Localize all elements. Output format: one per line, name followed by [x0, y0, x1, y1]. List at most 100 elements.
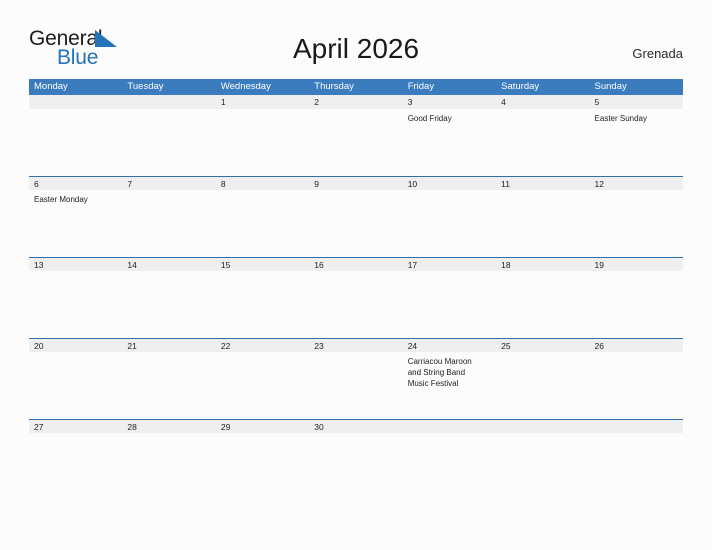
- date-band: 30: [309, 419, 403, 433]
- weekday-tuesday: Tuesday: [127, 81, 164, 92]
- date-band: 13: [29, 257, 123, 271]
- date-number: 18: [501, 260, 511, 270]
- calendar-day-cell[interactable]: 14: [122, 257, 216, 338]
- date-band: 28: [122, 419, 216, 433]
- calendar-day-cell[interactable]: 28: [122, 419, 216, 479]
- calendar-day-cell[interactable]: 16: [309, 257, 403, 338]
- calendar-day-cell-empty: [29, 95, 123, 176]
- calendar-day-cell-empty: [122, 95, 216, 176]
- weekday-saturday: Saturday: [501, 81, 540, 92]
- date-band: 6: [29, 176, 123, 190]
- weekday-thursday: Thursday: [314, 81, 354, 92]
- calendar-day-cell[interactable]: 13: [29, 257, 123, 338]
- date-number: 2: [314, 97, 319, 107]
- event-label: Carriacou Maroon: [407, 357, 472, 366]
- date-band: 23: [309, 338, 403, 352]
- calendar-day-cell[interactable]: 20: [29, 338, 123, 419]
- date-number: 1: [220, 97, 226, 107]
- event-label: Easter Monday: [34, 195, 88, 204]
- date-band: 24: [402, 338, 497, 352]
- calendar-day-cell[interactable]: 15: [215, 257, 310, 338]
- calendar-day-cell[interactable]: 10: [402, 176, 497, 257]
- date-band: 16: [309, 257, 403, 271]
- calendar-day-cell[interactable]: 21: [122, 338, 216, 419]
- calendar-day-cell-empty: [589, 419, 683, 479]
- date-band: 14: [122, 257, 216, 271]
- date-number: 20: [34, 341, 44, 351]
- calendar-day-cell[interactable]: 23: [309, 338, 403, 419]
- calendar-day-cell[interactable]: 4: [496, 95, 590, 176]
- calendar-day-cell[interactable]: 25: [496, 338, 590, 419]
- calendar-day-cell[interactable]: 22: [215, 338, 310, 419]
- date-number: 17: [407, 260, 418, 270]
- calendar-day-cell[interactable]: 19: [589, 257, 683, 338]
- calendar-day-cell[interactable]: 7: [122, 176, 216, 257]
- weekday-header-row: Monday Tuesday Wednesday Thursday Friday…: [29, 79, 683, 95]
- date-band: 3: [402, 95, 497, 109]
- date-number: 22: [220, 341, 231, 351]
- date-number: 5: [594, 97, 600, 107]
- date-band: [496, 419, 590, 433]
- date-band: 25: [496, 338, 590, 352]
- calendar-page: General Blue April 2026 Grenada Monday T…: [0, 0, 712, 550]
- date-number: 25: [501, 341, 511, 351]
- date-number: 3: [407, 97, 413, 107]
- date-band: [122, 95, 216, 109]
- date-number: 6: [34, 179, 39, 189]
- calendar-day-cell[interactable]: 29: [215, 419, 310, 479]
- calendar-day-cell-empty: [402, 419, 497, 479]
- weekday-friday: Friday: [407, 81, 435, 92]
- date-number: 13: [34, 260, 44, 270]
- date-number: 7: [127, 179, 133, 189]
- date-number: 16: [314, 260, 324, 270]
- date-band: [29, 95, 123, 109]
- date-band: 29: [215, 419, 310, 433]
- calendar-day-cell[interactable]: 6 Easter Monday: [29, 176, 123, 257]
- date-number: 27: [34, 422, 44, 432]
- calendar-day-cell[interactable]: 27: [29, 419, 123, 479]
- page-title: April 2026: [292, 33, 420, 64]
- date-number: 19: [594, 260, 604, 270]
- date-band: 12: [589, 176, 683, 190]
- calendar-week-row: 27 28 29 30: [29, 419, 683, 479]
- date-number: 28: [127, 422, 137, 432]
- date-number: 8: [220, 179, 226, 189]
- calendar-day-cell[interactable]: 8: [215, 176, 310, 257]
- calendar-day-cell[interactable]: 5 Easter Sunday: [589, 95, 683, 176]
- calendar-week-row: 20 21 22 23 24 Carriacou Maroon and String Ban…: [29, 338, 683, 419]
- date-number: 26: [594, 341, 604, 351]
- date-band: 18: [496, 257, 590, 271]
- date-number: 4: [501, 97, 506, 107]
- event-label: and String Band: [407, 368, 466, 377]
- day-events: Easter Sunday: [590, 109, 683, 124]
- calendar-day-cell[interactable]: 30: [309, 419, 403, 479]
- calendar-day-cell[interactable]: 17: [402, 257, 497, 338]
- calendar-day-cell[interactable]: 9: [309, 176, 403, 257]
- date-band: 17: [402, 257, 497, 271]
- event-label: Good Friday: [407, 114, 452, 123]
- date-number: 30: [314, 422, 324, 432]
- calendar-day-cell[interactable]: 1: [215, 95, 310, 176]
- date-band: 20: [29, 338, 123, 352]
- calendar-day-cell-empty: [496, 419, 590, 479]
- calendar-day-cell[interactable]: 11: [496, 176, 590, 257]
- date-band: 8: [215, 176, 310, 190]
- calendar-day-cell[interactable]: 3 Good Friday: [402, 95, 497, 176]
- calendar-day-cell[interactable]: 26: [589, 338, 683, 419]
- date-number: 12: [594, 179, 604, 189]
- date-number: 23: [314, 341, 324, 351]
- calendar-day-cell[interactable]: 24 Carriacou Maroon and String Band Music F…: [402, 338, 497, 419]
- calendar-day-cell[interactable]: 18: [496, 257, 590, 338]
- date-number: 14: [127, 260, 137, 270]
- date-band: 4: [496, 95, 590, 109]
- date-band: 5: [589, 95, 683, 109]
- calendar-day-cell[interactable]: 2: [309, 95, 403, 176]
- weekday-sunday: Sunday: [594, 81, 627, 92]
- date-band: 21: [122, 338, 216, 352]
- date-band: 22: [215, 338, 310, 352]
- page-header: General Blue April 2026 Grenada: [0, 0, 712, 75]
- weekday-wednesday: Wednesday: [220, 81, 271, 92]
- calendar-day-cell[interactable]: 12: [589, 176, 683, 257]
- date-number: 15: [220, 260, 231, 270]
- date-band: 10: [402, 176, 497, 190]
